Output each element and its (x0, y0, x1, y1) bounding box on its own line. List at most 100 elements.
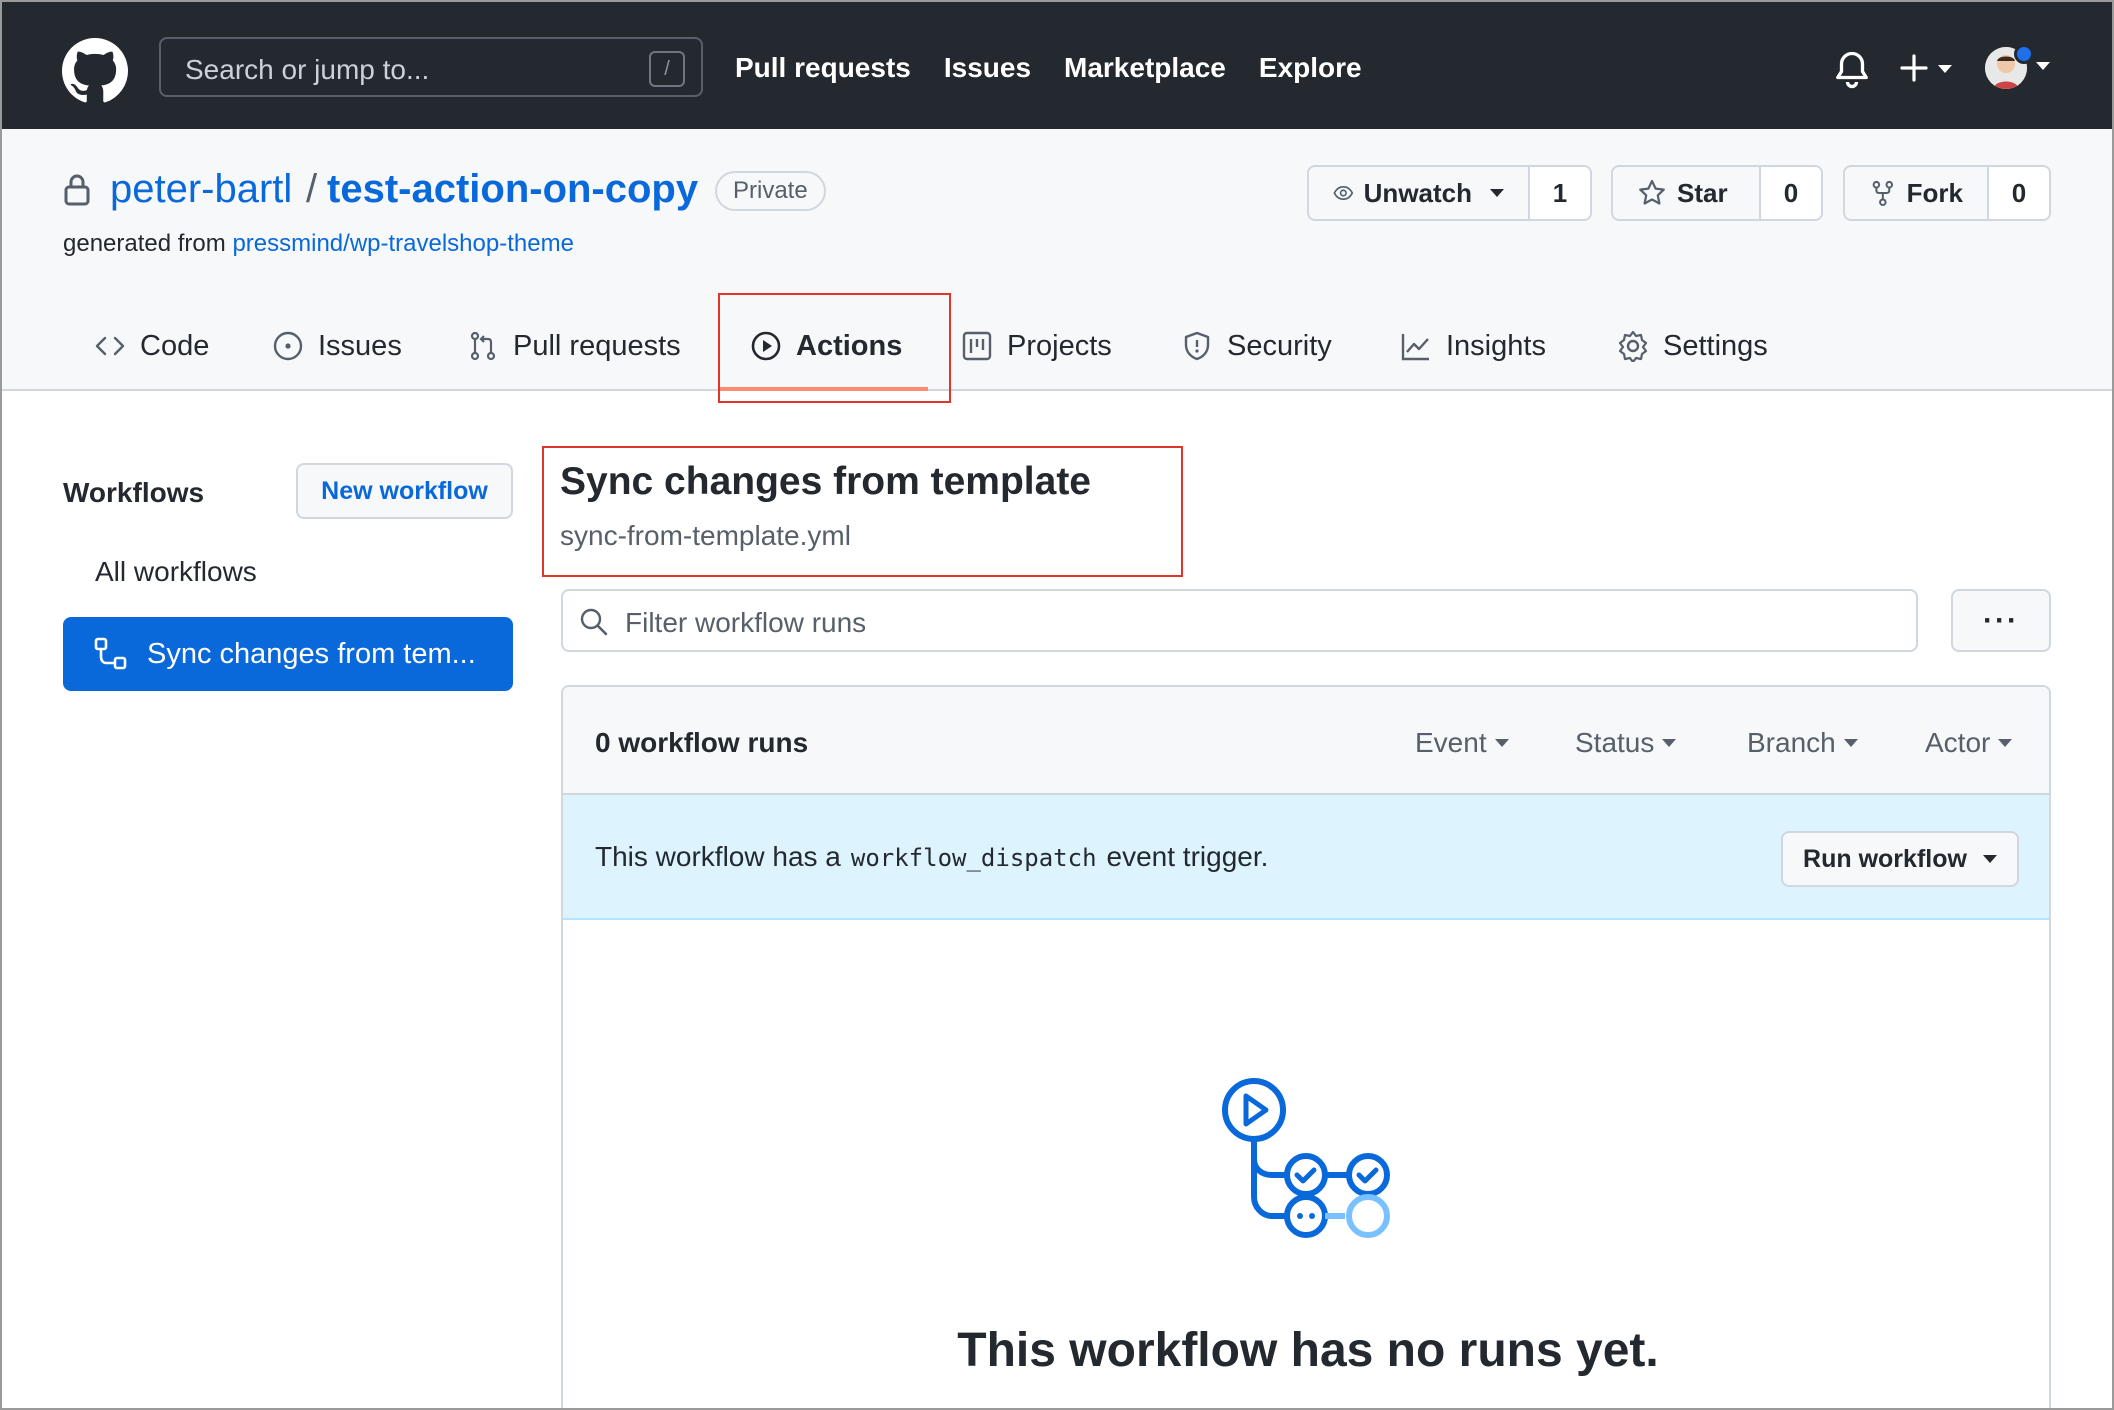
global-nav: Pull requests Issues Marketplace Explore (735, 52, 1362, 84)
star-icon (1639, 179, 1665, 205)
play-icon (751, 331, 781, 361)
tab-projects[interactable]: Projects (961, 301, 1112, 391)
sidebar-item-sync-workflow[interactable]: Sync changes from tem... (63, 617, 513, 691)
visibility-badge: Private (715, 171, 826, 211)
unwatch-button[interactable]: Unwatch (1309, 167, 1528, 219)
runs-count: 0 workflow runs (595, 727, 809, 758)
generated-from: generated from pressmind/wp-travelshop-t… (63, 230, 574, 258)
template-source-link[interactable]: pressmind/wp-travelshop-theme (232, 230, 573, 257)
star-label: Star (1677, 177, 1728, 208)
filter-status-label: Status (1575, 727, 1655, 758)
project-icon (962, 331, 992, 361)
tab-insights-label: Insights (1446, 329, 1546, 362)
repo-separator: / (306, 167, 318, 211)
filter-event-dropdown[interactable]: Event (1415, 727, 1509, 759)
more-options-button[interactable]: ··· (1951, 589, 2051, 652)
nav-issues[interactable]: Issues (944, 52, 1031, 84)
repo-owner-link[interactable]: peter-bartl (110, 167, 292, 212)
search-placeholder: Search or jump to... (185, 54, 430, 85)
filter-actor-dropdown[interactable]: Actor (1925, 727, 2013, 759)
tab-actions[interactable]: Actions (750, 301, 902, 391)
star-count[interactable]: 0 (1759, 167, 1821, 219)
eye-icon (1333, 185, 1354, 201)
bell-icon[interactable] (1834, 50, 1870, 90)
workflow-title: Sync changes from template (560, 460, 1091, 503)
page: Search or jump to... / Pull requests Iss… (0, 0, 2114, 1410)
sidebar-item-all-workflows[interactable]: All workflows (95, 556, 257, 588)
tab-settings[interactable]: Settings (1617, 301, 1768, 391)
search-icon (580, 608, 608, 636)
active-tab-underline (720, 387, 928, 391)
workflow-runs-box: 0 workflow runs Event Status Branch Acto… (561, 685, 2051, 1408)
fork-button[interactable]: Fork (1845, 167, 1987, 219)
dispatch-prefix: This workflow has a (595, 841, 841, 872)
run-workflow-label: Run workflow (1803, 844, 1967, 873)
workflow-icon (94, 637, 127, 670)
tab-issues[interactable]: Issues (272, 301, 402, 391)
notification-dot (2014, 44, 2034, 64)
watch-button-group: Unwatch 1 (1307, 165, 1592, 221)
tab-projects-label: Projects (1007, 329, 1112, 362)
generated-from-label: generated from (63, 230, 226, 257)
chevron-down-icon (1494, 739, 1509, 747)
watch-count[interactable]: 1 (1528, 167, 1590, 219)
repo-name-link[interactable]: test-action-on-copy (327, 167, 698, 212)
nav-marketplace[interactable]: Marketplace (1064, 52, 1226, 84)
search-shortcut-badge: / (649, 51, 685, 87)
tab-settings-label: Settings (1663, 329, 1768, 362)
chevron-down-icon (1998, 739, 2013, 747)
workflow-illustration-icon (1222, 1078, 1390, 1238)
filter-actor-label: Actor (1925, 727, 1991, 758)
tab-security-label: Security (1227, 329, 1332, 362)
tab-code[interactable]: Code (94, 301, 209, 391)
nav-explore[interactable]: Explore (1259, 52, 1362, 84)
dispatch-banner: This workflow has a workflow_dispatch even… (563, 795, 2049, 920)
empty-state-title: This workflow has no runs yet. (957, 1324, 1659, 1377)
chevron-down-icon (1843, 739, 1858, 747)
filter-status-dropdown[interactable]: Status (1575, 727, 1677, 759)
tab-issues-label: Issues (318, 329, 402, 362)
tab-insights[interactable]: Insights (1400, 301, 1546, 391)
fork-label: Fork (1906, 177, 1963, 208)
new-workflow-button[interactable]: New workflow (296, 463, 513, 519)
filter-branch-dropdown[interactable]: Branch (1747, 727, 1858, 759)
create-new-icon[interactable] (1898, 50, 1958, 86)
repo-header: peter-bartl / test-action-on-copy Privat… (2, 129, 2112, 391)
dispatch-message: This workflow has a workflow_dispatch even… (595, 841, 1268, 873)
gear-icon (1618, 330, 1648, 362)
avatar-caret-icon[interactable] (2036, 62, 2050, 70)
nav-pull-requests[interactable]: Pull requests (735, 52, 911, 84)
tab-pull-requests[interactable]: Pull requests (467, 301, 681, 391)
unwatch-label: Unwatch (1363, 177, 1472, 208)
run-workflow-button[interactable]: Run workflow (1781, 831, 2019, 887)
workflows-heading: Workflows (63, 477, 205, 508)
runs-header: 0 workflow runs Event Status Branch Acto… (563, 687, 2049, 795)
sidebar-item-sync-label: Sync changes from tem... (147, 637, 476, 670)
filter-workflow-runs-input[interactable]: Filter workflow runs (561, 589, 1918, 652)
dispatch-code: workflow_dispatch (850, 844, 1097, 872)
dispatch-suffix: event trigger. (1106, 841, 1269, 872)
code-icon (95, 336, 125, 356)
workflow-file-link[interactable]: sync-from-template.yml (560, 520, 851, 552)
filter-placeholder: Filter workflow runs (625, 607, 867, 638)
shield-icon (1184, 331, 1210, 361)
tab-code-label: Code (140, 329, 210, 362)
chevron-down-icon (1982, 855, 1997, 863)
tab-actions-label: Actions (796, 329, 903, 362)
fork-button-group: Fork 0 (1843, 165, 2051, 221)
repo-tabs: Code Issues Pull requests Actions Projec… (2, 301, 2112, 391)
filter-event-label: Event (1415, 727, 1487, 758)
issue-icon (273, 331, 303, 361)
github-logo-icon[interactable] (62, 38, 128, 104)
chevron-down-icon (1662, 739, 1677, 747)
fork-count[interactable]: 0 (1987, 167, 2049, 219)
tab-pull-requests-label: Pull requests (513, 329, 681, 362)
global-header: Search or jump to... / Pull requests Iss… (2, 2, 2112, 129)
filter-branch-label: Branch (1747, 727, 1836, 758)
search-input[interactable]: Search or jump to... / (159, 37, 703, 97)
graph-icon (1401, 334, 1429, 361)
chevron-down-icon (1490, 189, 1504, 197)
star-button[interactable]: Star (1613, 167, 1759, 219)
tab-security[interactable]: Security (1181, 301, 1332, 391)
pull-request-icon (470, 331, 496, 361)
